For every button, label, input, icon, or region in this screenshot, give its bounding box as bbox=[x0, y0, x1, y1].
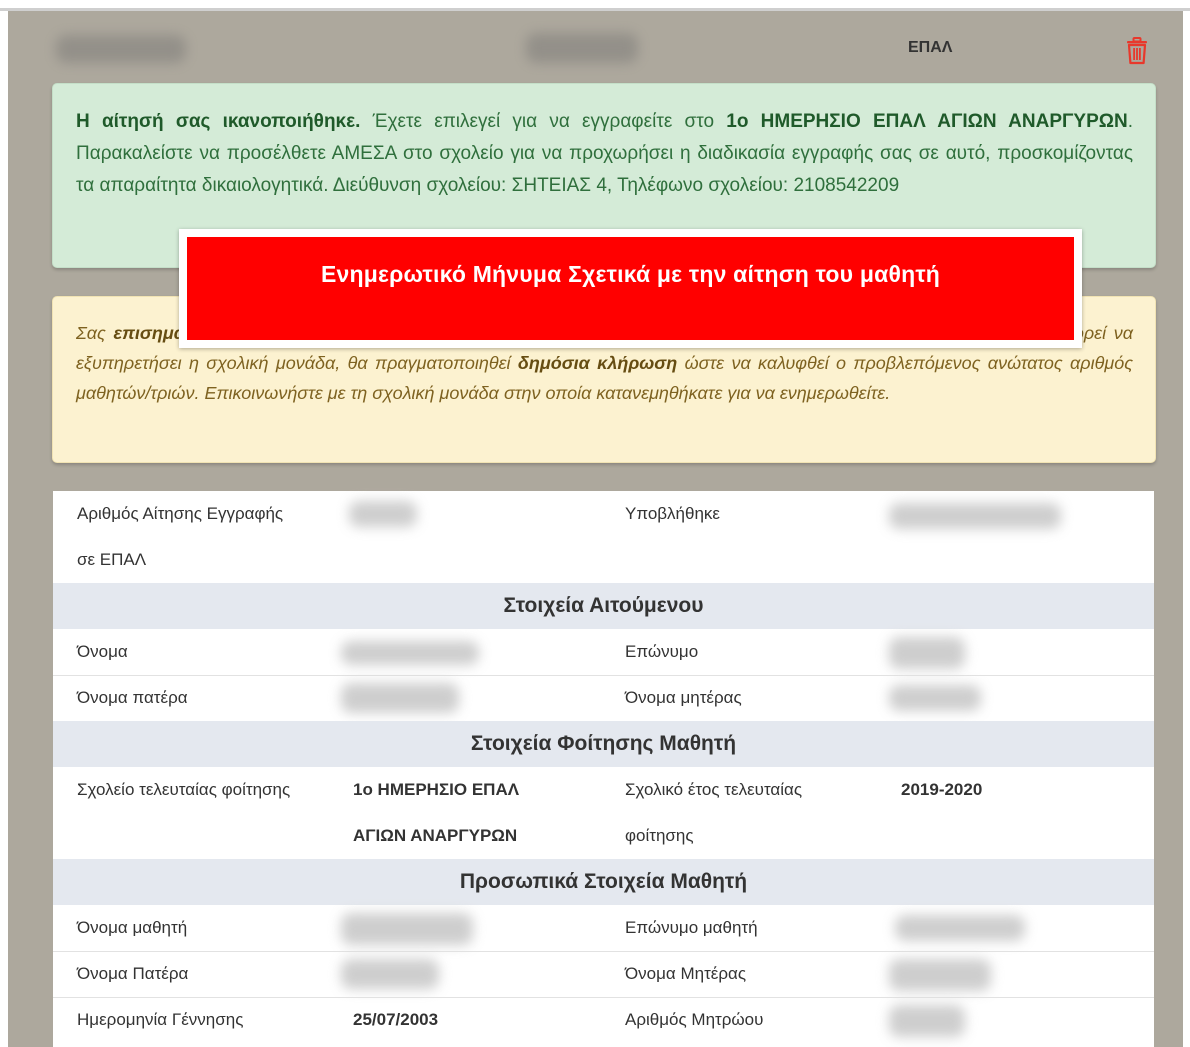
last-school-value-cont: ΑΓΙΩΝ ΑΝΑΡΓΥΡΩΝ bbox=[353, 826, 518, 845]
application-number-label: Αριθμός Αίτησης Εγγραφής bbox=[77, 504, 284, 523]
info-overlay-banner: Ενημερωτικό Μήνυμα Σχετικά με την αίτηση… bbox=[179, 229, 1082, 348]
student-last-name-label: Επώνυμο μαθητή bbox=[625, 918, 758, 937]
redacted-field bbox=[889, 959, 991, 991]
redacted-field bbox=[889, 503, 1061, 529]
section-attendance-title: Στοιχεία Φοίτησης Μαθητή bbox=[53, 721, 1154, 767]
school-type-label: ΕΠΑΛ bbox=[908, 39, 953, 56]
submitted-label: Υποβλήθηκε bbox=[625, 504, 721, 523]
redacted-field bbox=[56, 35, 186, 63]
application-details-table: Αριθμός Αίτησης Εγγραφής Υποβλήθηκε σε Ε… bbox=[53, 491, 1154, 1047]
registry-number-label: Αριθμός Μητρώου bbox=[625, 1010, 764, 1029]
row-divider bbox=[53, 675, 1154, 676]
student-first-name-label: Όνομα μαθητή bbox=[77, 918, 188, 937]
success-text: Έχετε επιλεγεί για να εγγραφείτε στο bbox=[360, 111, 727, 132]
redacted-field bbox=[889, 685, 981, 711]
redacted-field bbox=[341, 683, 459, 713]
birth-date-label: Ημερομηνία Γέννησης bbox=[77, 1010, 244, 1029]
section-student-title: Προσωπικά Στοιχεία Μαθητή bbox=[53, 859, 1154, 905]
trash-icon[interactable] bbox=[1125, 37, 1149, 65]
last-name-label: Επώνυμο bbox=[625, 642, 699, 661]
student-father-label: Όνομα Πατέρα bbox=[77, 964, 189, 983]
top-strip bbox=[0, 0, 1190, 8]
last-year-label-cont: φοίτησης bbox=[625, 826, 694, 845]
last-year-value: 2019-2020 bbox=[901, 780, 983, 799]
selected-school: 1ο ΗΜΕΡΗΣΙΟ ΕΠΑΛ ΑΓΙΩΝ ΑΝΑΡΓΥΡΩΝ bbox=[726, 111, 1128, 132]
success-lead: Η αίτησή σας ικανοποιήθηκε. bbox=[76, 111, 361, 132]
redacted-field bbox=[349, 501, 417, 527]
redacted-field bbox=[341, 913, 473, 945]
birth-date-value: 25/07/2003 bbox=[353, 1010, 439, 1029]
redacted-field bbox=[341, 641, 479, 665]
application-card: ΕΠΑΛ Η αίτησή σας ικανοποιήθηκε. Έχετε ε… bbox=[8, 11, 1183, 1047]
redacted-field bbox=[889, 637, 965, 669]
last-year-label: Σχολικό έτος τελευταίας bbox=[625, 780, 803, 799]
warning-emphasis: δημόσια κλήρωση bbox=[517, 353, 678, 373]
redacted-field bbox=[341, 959, 439, 989]
student-mother-label: Όνομα Μητέρας bbox=[625, 964, 747, 983]
card-header: ΕΠΑΛ bbox=[8, 11, 1183, 77]
last-school-label: Σχολείο τελευταίας φοίτησης bbox=[77, 780, 291, 799]
mother-name-label: Όνομα μητέρας bbox=[625, 688, 742, 707]
father-name-label: Όνομα πατέρα bbox=[77, 688, 188, 707]
info-overlay-text: Ενημερωτικό Μήνυμα Σχετικά με την αίτηση… bbox=[187, 237, 1074, 340]
row-divider bbox=[53, 951, 1154, 952]
first-name-label: Όνομα bbox=[77, 642, 128, 661]
redacted-field bbox=[889, 1005, 965, 1037]
last-school-value: 1ο ΗΜΕΡΗΣΙΟ ΕΠΑΛ bbox=[353, 780, 520, 799]
redacted-field bbox=[895, 915, 1025, 941]
application-number-label-cont: σε ΕΠΑΛ bbox=[77, 550, 147, 569]
warning-text: Σας bbox=[76, 323, 114, 343]
section-applicant-title: Στοιχεία Αιτούμενου bbox=[53, 583, 1154, 629]
redacted-field bbox=[526, 33, 638, 63]
